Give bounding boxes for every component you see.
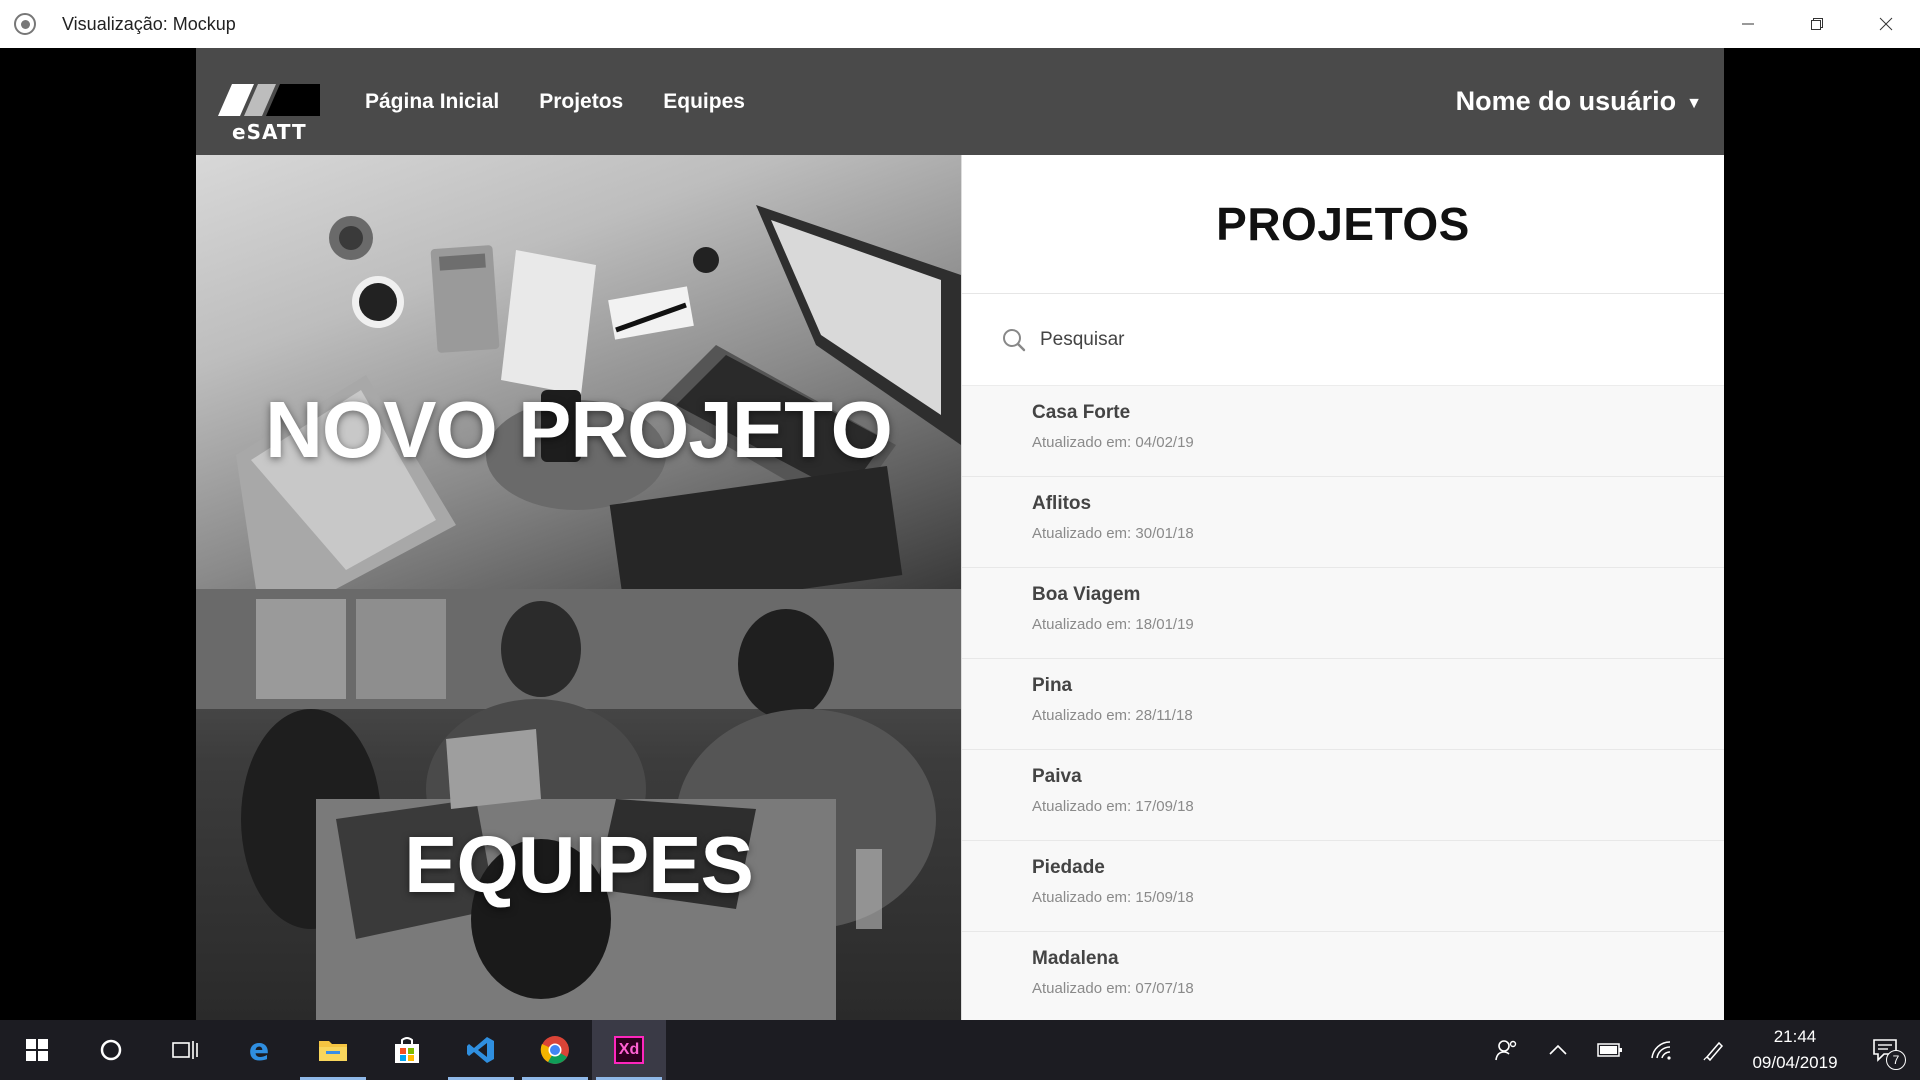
window-title: Visualização: Mockup	[62, 13, 236, 34]
minimize-button[interactable]	[1713, 0, 1782, 48]
window-titlebar: Visualização: Mockup	[0, 0, 1920, 48]
project-name: Boa Viagem	[1032, 584, 1141, 605]
search-input[interactable]	[1040, 328, 1640, 351]
battery-icon	[1597, 1043, 1622, 1057]
new-project-card[interactable]: NOVO PROJETO	[196, 155, 961, 589]
project-item-boa-viagem[interactable]: Boa Viagem Atualizado em: 18/01/19	[962, 568, 1724, 659]
project-item-madalena[interactable]: Madalena Atualizado em: 07/07/18	[962, 932, 1724, 1020]
project-updated: Atualizado em: 04/02/19	[1032, 434, 1194, 451]
project-item-paiva[interactable]: Paiva Atualizado em: 17/09/18	[962, 750, 1724, 841]
chrome-icon	[540, 1036, 569, 1064]
teams-label: EQUIPES	[404, 819, 754, 909]
window-controls	[1713, 0, 1920, 48]
system-tray: 21:44 09/04/2019 7	[1480, 1020, 1920, 1080]
office-desk-image	[236, 205, 961, 589]
project-name: Pina	[1032, 675, 1073, 696]
people-button[interactable]	[1480, 1020, 1532, 1080]
restore-button[interactable]	[1782, 0, 1851, 48]
xd-icon: Xd	[614, 1036, 644, 1064]
project-updated: Atualizado em: 18/01/19	[1032, 616, 1194, 633]
pen-icon	[1703, 1041, 1724, 1061]
show-hidden-icons-button[interactable]	[1532, 1020, 1584, 1080]
project-updated: Atualizado em: 07/07/18	[1032, 980, 1194, 997]
new-project-label: NOVO PROJETO	[265, 385, 893, 474]
adobe-xd-taskbar-button[interactable]: Xd	[592, 1020, 666, 1080]
project-name: Casa Forte	[1032, 402, 1131, 423]
pen-workspace-button[interactable]	[1688, 1020, 1740, 1080]
network-button[interactable]	[1636, 1020, 1688, 1080]
close-icon	[1879, 17, 1892, 31]
edge-taskbar-button[interactable]: e	[222, 1020, 296, 1080]
svg-text:e: e	[249, 1035, 269, 1065]
project-item-piedade[interactable]: Piedade Atualizado em: 15/09/18	[962, 841, 1724, 932]
project-name: Paiva	[1032, 766, 1082, 787]
project-item-pina[interactable]: Pina Atualizado em: 28/11/18	[962, 659, 1724, 750]
projects-title: PROJETOS	[1216, 198, 1470, 250]
search-icon	[1003, 328, 1026, 351]
user-menu[interactable]: Nome do usuário ▼	[1456, 48, 1702, 155]
caret-down-icon: ▼	[1686, 94, 1702, 112]
project-name: Piedade	[1032, 857, 1105, 878]
task-view-icon	[172, 1041, 198, 1059]
nav-projects[interactable]: Projetos	[539, 90, 623, 114]
project-updated: Atualizado em: 30/01/18	[1032, 525, 1194, 542]
restore-icon	[1810, 18, 1823, 30]
start-button[interactable]	[0, 1020, 74, 1080]
task-view-button[interactable]	[148, 1020, 222, 1080]
project-updated: Atualizado em: 28/11/18	[1032, 707, 1193, 724]
search-bar	[962, 294, 1724, 386]
record-icon	[14, 13, 36, 35]
team-meeting-image	[196, 589, 961, 1020]
file-explorer-icon	[319, 1041, 347, 1061]
close-button[interactable]	[1851, 0, 1920, 48]
cortana-icon	[100, 1039, 122, 1061]
people-icon	[1495, 1040, 1517, 1061]
chrome-taskbar-button[interactable]	[518, 1020, 592, 1080]
start-icon	[26, 1039, 48, 1061]
projects-header: PROJETOS	[962, 155, 1724, 294]
taskbar: e Xd 21:44 09/04/2019 7	[0, 1020, 1920, 1080]
project-name: Madalena	[1032, 948, 1119, 969]
store-taskbar-button[interactable]	[370, 1020, 444, 1080]
project-name: Aflitos	[1032, 493, 1092, 514]
app-viewport: eSATT Página Inicial Projetos Equipes No…	[196, 48, 1724, 1020]
xd-icon-label: Xd	[618, 1041, 640, 1058]
edge-icon: e	[249, 1035, 269, 1065]
project-updated: Atualizado em: 17/09/18	[1032, 798, 1194, 815]
project-item-casa-forte[interactable]: Casa Forte Atualizado em: 04/02/19	[962, 386, 1724, 477]
projects-panel: PROJETOS Casa Forte Atualizado em: 04/02…	[961, 155, 1724, 1020]
project-item-aflitos[interactable]: Aflitos Atualizado em: 30/01/18	[962, 477, 1724, 568]
esatt-logo[interactable]: eSATT	[218, 84, 320, 144]
project-updated: Atualizado em: 15/09/18	[1032, 889, 1194, 906]
chevron-up-icon	[1549, 1044, 1567, 1055]
top-navbar: eSATT Página Inicial Projetos Equipes No…	[196, 48, 1724, 155]
store-icon	[395, 1037, 419, 1063]
minimize-icon	[1741, 23, 1754, 25]
project-list: Casa Forte Atualizado em: 04/02/19 Aflit…	[962, 386, 1724, 1020]
logo-text: eSATT	[232, 120, 307, 144]
teams-card[interactable]: EQUIPES	[196, 589, 961, 1020]
nav-home[interactable]: Página Inicial	[365, 90, 499, 114]
clock-date: 09/04/2019	[1752, 1053, 1838, 1072]
cortana-button[interactable]	[74, 1020, 148, 1080]
clock[interactable]: 21:44 09/04/2019	[1740, 1024, 1850, 1076]
action-center-button[interactable]: 7	[1850, 1020, 1920, 1080]
main-nav: Página Inicial Projetos Equipes	[365, 48, 745, 155]
battery-button[interactable]	[1584, 1020, 1636, 1080]
user-name: Nome do usuário	[1455, 86, 1677, 116]
vscode-icon	[467, 1037, 494, 1063]
wifi-icon	[1651, 1041, 1671, 1060]
nav-teams[interactable]: Equipes	[663, 90, 745, 114]
vscode-taskbar-button[interactable]	[444, 1020, 518, 1080]
logo-stripes-icon	[218, 84, 320, 116]
file-explorer-taskbar-button[interactable]	[296, 1020, 370, 1080]
notification-count-badge: 7	[1886, 1050, 1906, 1070]
clock-time: 21:44	[1773, 1027, 1817, 1046]
